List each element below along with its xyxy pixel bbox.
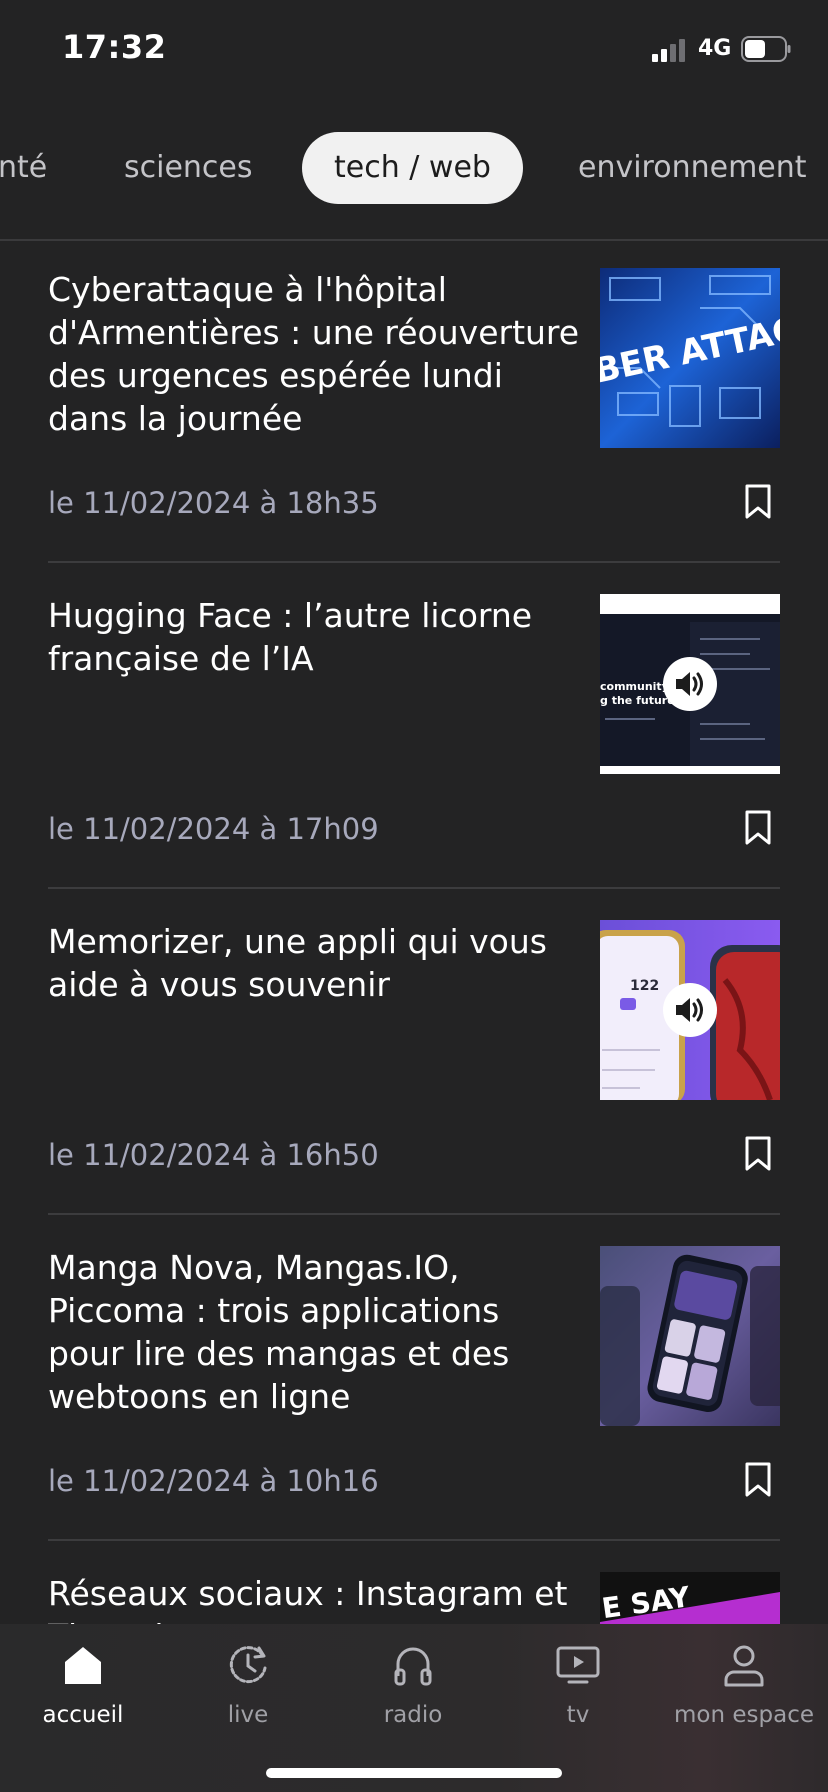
tab-societe[interactable]: nté [0, 132, 47, 204]
home-icon [65, 1647, 101, 1684]
user-icon [724, 1645, 764, 1687]
article-title[interactable]: Hugging Face : l’autre licorne française… [48, 594, 580, 680]
divider [48, 1213, 780, 1215]
nav-mon-espace[interactable]: mon espace [669, 1642, 819, 1728]
nav-label: mon espace [674, 1702, 814, 1728]
bookmark-icon[interactable] [744, 810, 772, 846]
article-thumbnail[interactable] [600, 1246, 780, 1426]
article-date: le 11/02/2024 à 10h16 [48, 1464, 379, 1498]
divider [48, 1539, 780, 1541]
article-item[interactable]: Cyberattaque à l'hôpital d'Armentières :… [48, 268, 780, 594]
audio-badge [663, 657, 717, 711]
bookmark-icon[interactable] [744, 1462, 772, 1498]
divider [48, 887, 780, 889]
nav-label: live [227, 1702, 269, 1728]
nav-label: radio [383, 1702, 443, 1728]
divider [48, 561, 780, 563]
tv-icon [556, 1646, 600, 1684]
article-item[interactable]: Memorizer, une appli qui vous aide à vou… [48, 920, 780, 1246]
svg-text:community: community [600, 680, 669, 693]
signal-icon [652, 39, 685, 62]
speaker-icon [676, 672, 703, 696]
tab-tech-web[interactable]: tech / web [302, 132, 523, 204]
nav-label: accueil [42, 1702, 124, 1728]
nav-tv[interactable]: tv [503, 1642, 653, 1728]
status-bar: 17:32 4G [0, 0, 828, 100]
audio-badge [663, 983, 717, 1037]
tabs-divider [0, 239, 828, 241]
network-type: 4G [698, 36, 732, 61]
home-indicator [266, 1768, 562, 1778]
article-thumbnail[interactable]: E SAY [600, 1572, 780, 1632]
bookmark-icon[interactable] [744, 484, 772, 520]
nav-label: tv [566, 1702, 590, 1728]
tab-environnement[interactable]: environnement [578, 132, 807, 204]
article-thumbnail[interactable]: 122 [600, 920, 780, 1100]
article-date: le 11/02/2024 à 18h35 [48, 486, 379, 520]
article-date: le 11/02/2024 à 16h50 [48, 1138, 379, 1172]
article-item[interactable]: Réseaux sociaux : Instagram et Threads..… [48, 1572, 780, 1632]
battery-icon [741, 36, 791, 62]
svg-text:122: 122 [630, 978, 659, 994]
article-title[interactable]: Réseaux sociaux : Instagram et Threads..… [48, 1572, 580, 1632]
clock-icon [229, 1646, 267, 1684]
article-title[interactable]: Cyberattaque à l'hôpital d'Armentières :… [48, 268, 580, 440]
nav-accueil[interactable]: accueil [8, 1642, 158, 1728]
speaker-icon [676, 998, 703, 1022]
tab-sciences[interactable]: sciences [124, 132, 253, 204]
bookmark-icon[interactable] [744, 1136, 772, 1172]
article-date: le 11/02/2024 à 17h09 [48, 812, 379, 846]
status-time: 17:32 [62, 28, 167, 66]
article-title[interactable]: Memorizer, une appli qui vous aide à vou… [48, 920, 580, 1006]
headphones-icon [394, 1647, 432, 1686]
nav-radio[interactable]: radio [338, 1642, 488, 1728]
article-item[interactable]: Manga Nova, Mangas.IO, Piccoma : trois a… [48, 1246, 780, 1572]
article-thumbnail[interactable]: BER ATTACK [600, 268, 780, 448]
nav-live[interactable]: live [173, 1642, 323, 1728]
article-title[interactable]: Manga Nova, Mangas.IO, Piccoma : trois a… [48, 1246, 580, 1418]
article-item[interactable]: Hugging Face : l’autre licorne française… [48, 594, 780, 920]
bottom-nav: accueil live radio tv mon espace [0, 1624, 828, 1792]
category-tabs: nté sciences tech / web environnement [0, 130, 828, 212]
article-thumbnail[interactable]: community g the future. [600, 594, 780, 774]
